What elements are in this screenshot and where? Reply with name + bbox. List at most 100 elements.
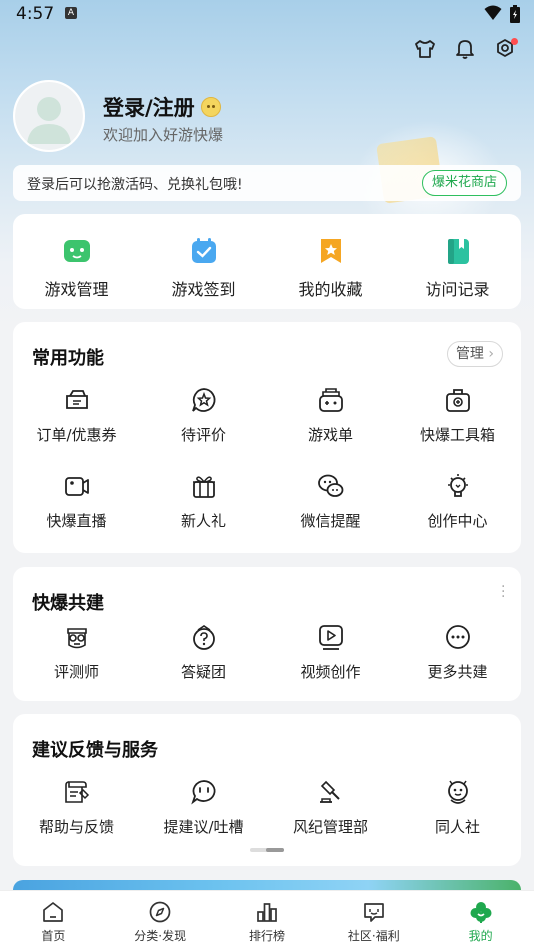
ranking-icon	[257, 903, 277, 922]
grid-label: 答疑团	[180, 663, 226, 681]
compass-icon	[149, 901, 171, 923]
gavel-icon	[319, 780, 340, 803]
coupon-icon	[65, 390, 88, 409]
feedback-service-card: 建议反馈与服务 帮助与反馈 提建议/吐槽 风纪管理部 同人社	[13, 714, 521, 866]
grid-item-newbie-gift[interactable]: 新人礼	[140, 472, 267, 558]
grid-item-wechat-reminder[interactable]: 微信提醒	[267, 472, 394, 558]
quick-label: 我的收藏	[298, 280, 363, 299]
popcorn-shop-button[interactable]: 爆米花商店	[421, 170, 507, 196]
video-camera-icon	[64, 477, 89, 496]
login-register-link[interactable]: 登录/注册	[103, 92, 221, 122]
skin-shirt-icon[interactable]	[414, 36, 436, 62]
bookmark-star-icon	[320, 239, 341, 263]
tab-discover[interactable]: 分类·发现	[107, 891, 214, 950]
status-time: 4:57	[16, 4, 55, 24]
grid-item-video-creation[interactable]: 视频创作	[267, 623, 394, 682]
grid-label: 快爆工具箱	[419, 426, 495, 444]
quick-label: 访问记录	[425, 280, 490, 299]
mine-icon	[470, 902, 492, 923]
wechat-icon	[317, 474, 343, 497]
login-notice-banner[interactable]: 登录后可以抢激活码、兑换礼包哦! 爆米花商店	[13, 165, 521, 201]
grid-item-help-feedback[interactable]: 帮助与反馈	[13, 778, 140, 837]
settings-gear-icon[interactable]	[494, 36, 518, 62]
login-title: 登录/注册	[103, 96, 195, 120]
quick-label: 游戏签到	[171, 280, 236, 299]
settings-badge-dot	[511, 38, 518, 45]
status-bar: 4:57 A	[0, 0, 534, 28]
grid-label: 订单/优惠券	[36, 426, 117, 444]
star-bubble-icon	[191, 388, 215, 412]
tab-mine[interactable]: 我的	[427, 891, 534, 950]
grid-label: 新人礼	[180, 512, 226, 530]
quick-label: 游戏管理	[44, 280, 109, 299]
page-indicator	[250, 848, 284, 852]
grid-item-more-build[interactable]: 更多共建	[394, 623, 521, 682]
gift-icon	[192, 476, 215, 498]
grid-label: 创作中心	[427, 512, 488, 530]
grid-label: 风纪管理部	[292, 818, 368, 836]
login-subtitle: 欢迎加入好游快爆	[103, 126, 224, 144]
section-title: 建议反馈与服务	[32, 740, 158, 761]
grid-item-discipline[interactable]: 风纪管理部	[267, 778, 394, 837]
grid-item-qa-team[interactable]: 答疑团	[140, 623, 267, 682]
smiley-emoji-icon	[200, 97, 221, 117]
quick-item-game-manage[interactable]: 游戏管理	[27, 236, 127, 300]
grid-label: 帮助与反馈	[38, 818, 114, 836]
quick-actions-card: 游戏管理 游戏签到 我的收藏 访问记录	[13, 214, 521, 309]
avatar[interactable]	[13, 80, 85, 152]
grid-item-creator-center[interactable]: 创作中心	[394, 472, 521, 558]
book-icon	[447, 239, 469, 264]
grid-item-suggestion[interactable]: 提建议/吐槽	[140, 778, 267, 837]
grid-item-live[interactable]: 快爆直播	[13, 472, 140, 558]
chat-bubble-icon	[190, 780, 215, 805]
grid-label: 游戏单	[307, 426, 353, 444]
grid-label: 更多共建	[427, 663, 488, 681]
section-title: 常用功能	[32, 348, 104, 369]
reviewer-icon	[66, 628, 87, 649]
notice-text: 登录后可以抢激活码、兑换礼包哦!	[27, 177, 243, 193]
tab-label: 分类·发现	[134, 929, 187, 943]
tab-ranking[interactable]: 排行榜	[214, 891, 321, 950]
more-vertical-icon[interactable]: · · ·	[501, 580, 505, 604]
chevron-right-icon: ›	[488, 346, 494, 362]
manage-label: 管理	[455, 346, 484, 362]
grid-item-game-list[interactable]: 游戏单	[267, 386, 394, 472]
fan-club-icon	[447, 780, 468, 804]
quick-item-favorites[interactable]: 我的收藏	[281, 236, 381, 300]
tab-label: 社区·福利	[347, 929, 400, 943]
grid-item-pending-review[interactable]: 待评价	[140, 386, 267, 472]
lightbulb-icon	[447, 474, 468, 497]
gamepad-icon	[63, 240, 90, 262]
calendar-check-icon	[191, 238, 216, 263]
manage-button[interactable]: 管理 ›	[446, 341, 503, 367]
grid-label: 视频创作	[300, 663, 361, 681]
grid-item-reviewer[interactable]: 评测师	[13, 623, 140, 682]
grid-label: 同人社	[434, 818, 480, 836]
bottom-tab-bar: 首页 分类·发现 排行榜 社区·福利 我的	[0, 890, 534, 950]
home-icon	[43, 902, 64, 922]
battery-icon	[510, 5, 520, 23]
tab-label: 排行榜	[248, 929, 285, 943]
tab-label: 首页	[41, 929, 66, 943]
quick-item-history[interactable]: 访问记录	[408, 236, 508, 300]
grid-label: 评测师	[53, 663, 99, 681]
more-icon	[445, 625, 470, 649]
common-functions-card: 常用功能 管理 › 订单/优惠券 待评价 游戏单 快爆工具箱 快爆直播 新人礼	[13, 322, 521, 553]
section-title: 快爆共建	[32, 593, 104, 614]
quick-item-checkin[interactable]: 游戏签到	[154, 236, 254, 300]
grid-label: 待评价	[180, 426, 226, 444]
community-icon	[363, 903, 384, 922]
play-icon	[318, 625, 343, 650]
tab-home[interactable]: 首页	[0, 891, 107, 950]
bell-icon[interactable]	[454, 36, 476, 62]
grid-item-orders[interactable]: 订单/优惠券	[13, 386, 140, 472]
wifi-icon	[484, 5, 502, 20]
toolbox-icon	[445, 389, 470, 412]
top-actions	[414, 36, 518, 62]
co-build-card: 快爆共建 · · · 评测师 答疑团 视频创作 更多共建	[13, 567, 521, 701]
grid-label: 提建议/吐槽	[163, 818, 244, 836]
grid-item-fan-club[interactable]: 同人社	[394, 778, 521, 837]
grid-item-toolbox[interactable]: 快爆工具箱	[394, 386, 521, 472]
tab-community[interactable]: 社区·福利	[320, 891, 427, 950]
notification-icon: A	[65, 7, 77, 19]
